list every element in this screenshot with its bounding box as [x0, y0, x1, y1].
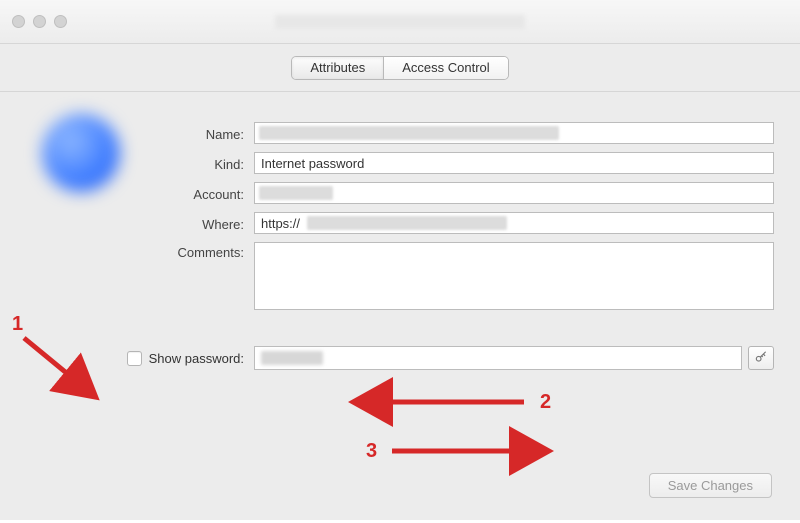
window-title — [275, 15, 525, 29]
tab-access-control[interactable]: Access Control — [383, 57, 507, 79]
annotation-number-1: 1 — [12, 313, 23, 335]
tab-attributes[interactable]: Attributes — [292, 57, 383, 79]
row-account: Account: — [24, 182, 776, 204]
row-where: Where: https:// — [24, 212, 776, 234]
account-field[interactable] — [254, 182, 774, 204]
where-label: Where: — [24, 214, 254, 232]
minimize-window-button[interactable] — [33, 15, 46, 28]
show-password-checkbox[interactable] — [127, 351, 142, 366]
password-field[interactable] — [254, 346, 742, 370]
annotation-number-3: 3 — [366, 440, 377, 462]
attributes-pane: Name: Kind: Account: Where: — [0, 92, 800, 520]
row-comments: Comments: — [24, 242, 776, 310]
account-label: Account: — [24, 184, 254, 202]
key-icon — [754, 350, 768, 367]
where-field[interactable]: https:// — [254, 212, 774, 234]
show-password-label: Show password: — [149, 351, 244, 366]
window-titlebar — [0, 0, 800, 44]
password-key-button[interactable] — [748, 346, 774, 370]
comments-label: Comments: — [24, 242, 254, 260]
attributes-form: Name: Kind: Account: Where: — [24, 120, 776, 370]
save-changes-button[interactable]: Save Changes — [649, 473, 772, 498]
name-field[interactable] — [254, 122, 774, 144]
keychain-item-icon — [42, 114, 120, 192]
annotation-number-2: 2 — [540, 391, 551, 413]
close-window-button[interactable] — [12, 15, 25, 28]
segmented-control: Attributes Access Control — [291, 56, 508, 80]
zoom-window-button[interactable] — [54, 15, 67, 28]
window-controls — [12, 15, 67, 28]
tab-bar: Attributes Access Control — [0, 44, 800, 92]
row-kind: Kind: — [24, 152, 776, 174]
kind-field[interactable] — [254, 152, 774, 174]
row-show-password: Show password: — [24, 346, 776, 370]
row-name: Name: — [24, 122, 776, 144]
where-value-prefix: https:// — [261, 216, 300, 231]
comments-field[interactable] — [254, 242, 774, 310]
